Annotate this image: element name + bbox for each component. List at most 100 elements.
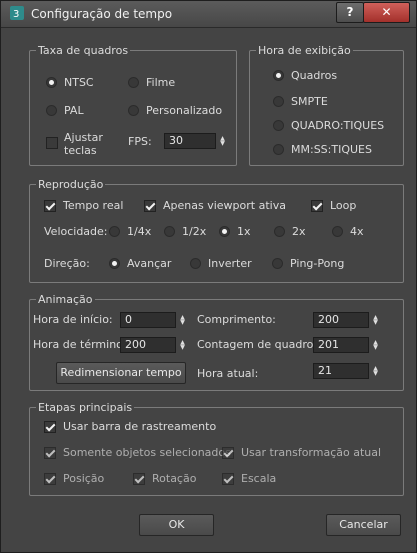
checkbox-scale[interactable]: Escala — [222, 472, 276, 485]
radio-custom[interactable]: Personalizado — [128, 104, 222, 117]
fps-input[interactable]: 30 — [164, 133, 216, 149]
spinner-arrows-icon[interactable]: ▲ ▼ — [370, 337, 381, 353]
radio-frames[interactable]: Quadros — [273, 69, 337, 82]
radio-indicator — [46, 105, 57, 116]
speed-1x-label: 1x — [237, 225, 251, 238]
checkbox-indicator — [44, 446, 56, 459]
radio-smpte-label: SMPTE — [291, 95, 328, 108]
fps-spinner[interactable]: 30 ▲ ▼ — [164, 133, 228, 149]
checkbox-use-trackbar[interactable]: Usar barra de rastreamento — [44, 420, 216, 433]
length-spinner[interactable]: 200 ▲ ▼ — [313, 312, 381, 328]
radio-indicator — [190, 258, 201, 269]
checkbox-active-viewport[interactable]: Apenas viewport ativa — [144, 199, 286, 212]
checkbox-indicator — [144, 199, 156, 212]
use-transform-label: Usar transformação atual — [241, 446, 382, 459]
checkbox-real-time[interactable]: Tempo real — [44, 199, 123, 212]
checkbox-adjust-keys[interactable] — [46, 137, 65, 149]
fps-label: FPS: — [128, 135, 152, 148]
start-time-label: Hora de início: — [33, 313, 113, 326]
radio-indicator — [273, 70, 284, 81]
checkbox-indicator — [133, 472, 145, 485]
radio-indicator — [273, 144, 284, 155]
radio-direction-reverse[interactable]: Inverter — [190, 257, 252, 270]
checkbox-indicator — [44, 420, 56, 433]
playback-legend: Reprodução — [38, 178, 104, 191]
radio-ntsc-label: NTSC — [64, 76, 94, 89]
end-time-label: Hora de término: — [33, 338, 127, 351]
radio-indicator — [332, 226, 343, 237]
spinner-arrows-icon[interactable]: ▲ ▼ — [370, 312, 381, 328]
speed-label: Velocidade: — [44, 225, 108, 238]
radio-mmss-ticks-label: MM:SS:TIQUES — [291, 143, 372, 156]
radio-film-label: Filme — [146, 76, 176, 89]
radio-custom-label: Personalizado — [146, 104, 223, 117]
frame-count-spinner[interactable]: 201 ▲ ▼ — [313, 337, 381, 353]
help-button[interactable]: ? — [336, 2, 364, 23]
close-button[interactable]: ✕ — [363, 2, 410, 23]
spinner-arrows-icon[interactable]: ▲ ▼ — [370, 363, 381, 379]
radio-direction-ping-pong[interactable]: Ping-Pong — [272, 257, 344, 270]
ok-button[interactable]: OK — [139, 514, 214, 536]
cancel-button[interactable]: Cancelar — [326, 514, 401, 536]
selected-only-label: Somente objetos selecionados — [63, 446, 231, 459]
checkbox-indicator — [44, 199, 56, 212]
rotation-label: Rotação — [152, 472, 197, 485]
active-viewport-label: Apenas viewport ativa — [163, 199, 286, 212]
direction-ping-pong-label: Ping-Pong — [290, 257, 345, 270]
length-label: Comprimento: — [197, 313, 276, 326]
radio-direction-forward[interactable]: Avançar — [109, 257, 171, 270]
checkbox-indicator — [311, 199, 323, 212]
checkbox-indicator — [46, 137, 58, 149]
loop-label: Loop — [330, 199, 357, 212]
rescale-time-button[interactable]: Redimensionar tempo — [56, 362, 186, 384]
checkbox-position[interactable]: Posição — [44, 472, 104, 485]
start-time-input[interactable]: 0 — [120, 312, 176, 328]
spinner-arrows-icon[interactable]: ▲ ▼ — [177, 337, 188, 353]
frame-count-input[interactable]: 201 — [313, 337, 369, 353]
start-time-spinner[interactable]: 0 ▲ ▼ — [120, 312, 188, 328]
radio-indicator — [272, 258, 283, 269]
key-steps-legend: Etapas principais — [38, 401, 133, 414]
radio-indicator — [109, 258, 120, 269]
radio-ntsc[interactable]: NTSC — [46, 76, 94, 89]
current-time-spinner[interactable]: 21 ▲ ▼ — [313, 363, 381, 379]
end-time-input[interactable]: 200 — [120, 337, 176, 353]
radio-smpte[interactable]: SMPTE — [273, 95, 328, 108]
checkbox-selected-only[interactable]: Somente objetos selecionados — [44, 446, 231, 459]
radio-speed-2x[interactable]: 2x — [274, 225, 306, 238]
checkbox-indicator — [222, 472, 234, 485]
direction-forward-label: Avançar — [127, 257, 172, 270]
radio-film[interactable]: Filme — [128, 76, 175, 89]
speed-half-label: 1/2x — [182, 225, 207, 238]
speed-4x-label: 4x — [350, 225, 364, 238]
radio-indicator — [164, 226, 175, 237]
radio-mmss-ticks[interactable]: MM:SS:TIQUES — [273, 143, 372, 156]
radio-indicator — [46, 77, 57, 88]
radio-indicator — [128, 77, 139, 88]
radio-speed-1x[interactable]: 1x — [219, 225, 251, 238]
checkbox-loop[interactable]: Loop — [311, 199, 356, 212]
checkbox-use-transform[interactable]: Usar transformação atual — [222, 446, 381, 459]
3dsmax-app-icon: 3 — [10, 6, 24, 20]
radio-indicator — [128, 105, 139, 116]
spinner-arrows-icon[interactable]: ▲ ▼ — [217, 133, 228, 149]
radio-speed-quarter[interactable]: 1/4x — [109, 225, 151, 238]
radio-indicator — [273, 120, 284, 131]
spinner-arrows-icon[interactable]: ▲ ▼ — [177, 312, 188, 328]
frame-rate-legend: Taxa de quadros — [38, 44, 129, 57]
direction-reverse-label: Inverter — [208, 257, 252, 270]
current-time-label: Hora atual: — [197, 367, 259, 380]
radio-speed-4x[interactable]: 4x — [332, 225, 364, 238]
current-time-input[interactable]: 21 — [313, 363, 369, 379]
adjust-keys-label-2: teclas — [64, 144, 97, 157]
real-time-label: Tempo real — [63, 199, 124, 212]
scale-label: Escala — [241, 472, 277, 485]
radio-frame-ticks[interactable]: QUADRO:TIQUES — [273, 119, 384, 132]
end-time-spinner[interactable]: 200 ▲ ▼ — [120, 337, 188, 353]
time-display-legend: Hora de exibição — [258, 44, 351, 57]
checkbox-rotation[interactable]: Rotação — [133, 472, 196, 485]
length-input[interactable]: 200 — [313, 312, 369, 328]
radio-pal[interactable]: PAL — [46, 104, 84, 117]
radio-frames-label: Quadros — [291, 69, 338, 82]
radio-speed-half[interactable]: 1/2x — [164, 225, 206, 238]
